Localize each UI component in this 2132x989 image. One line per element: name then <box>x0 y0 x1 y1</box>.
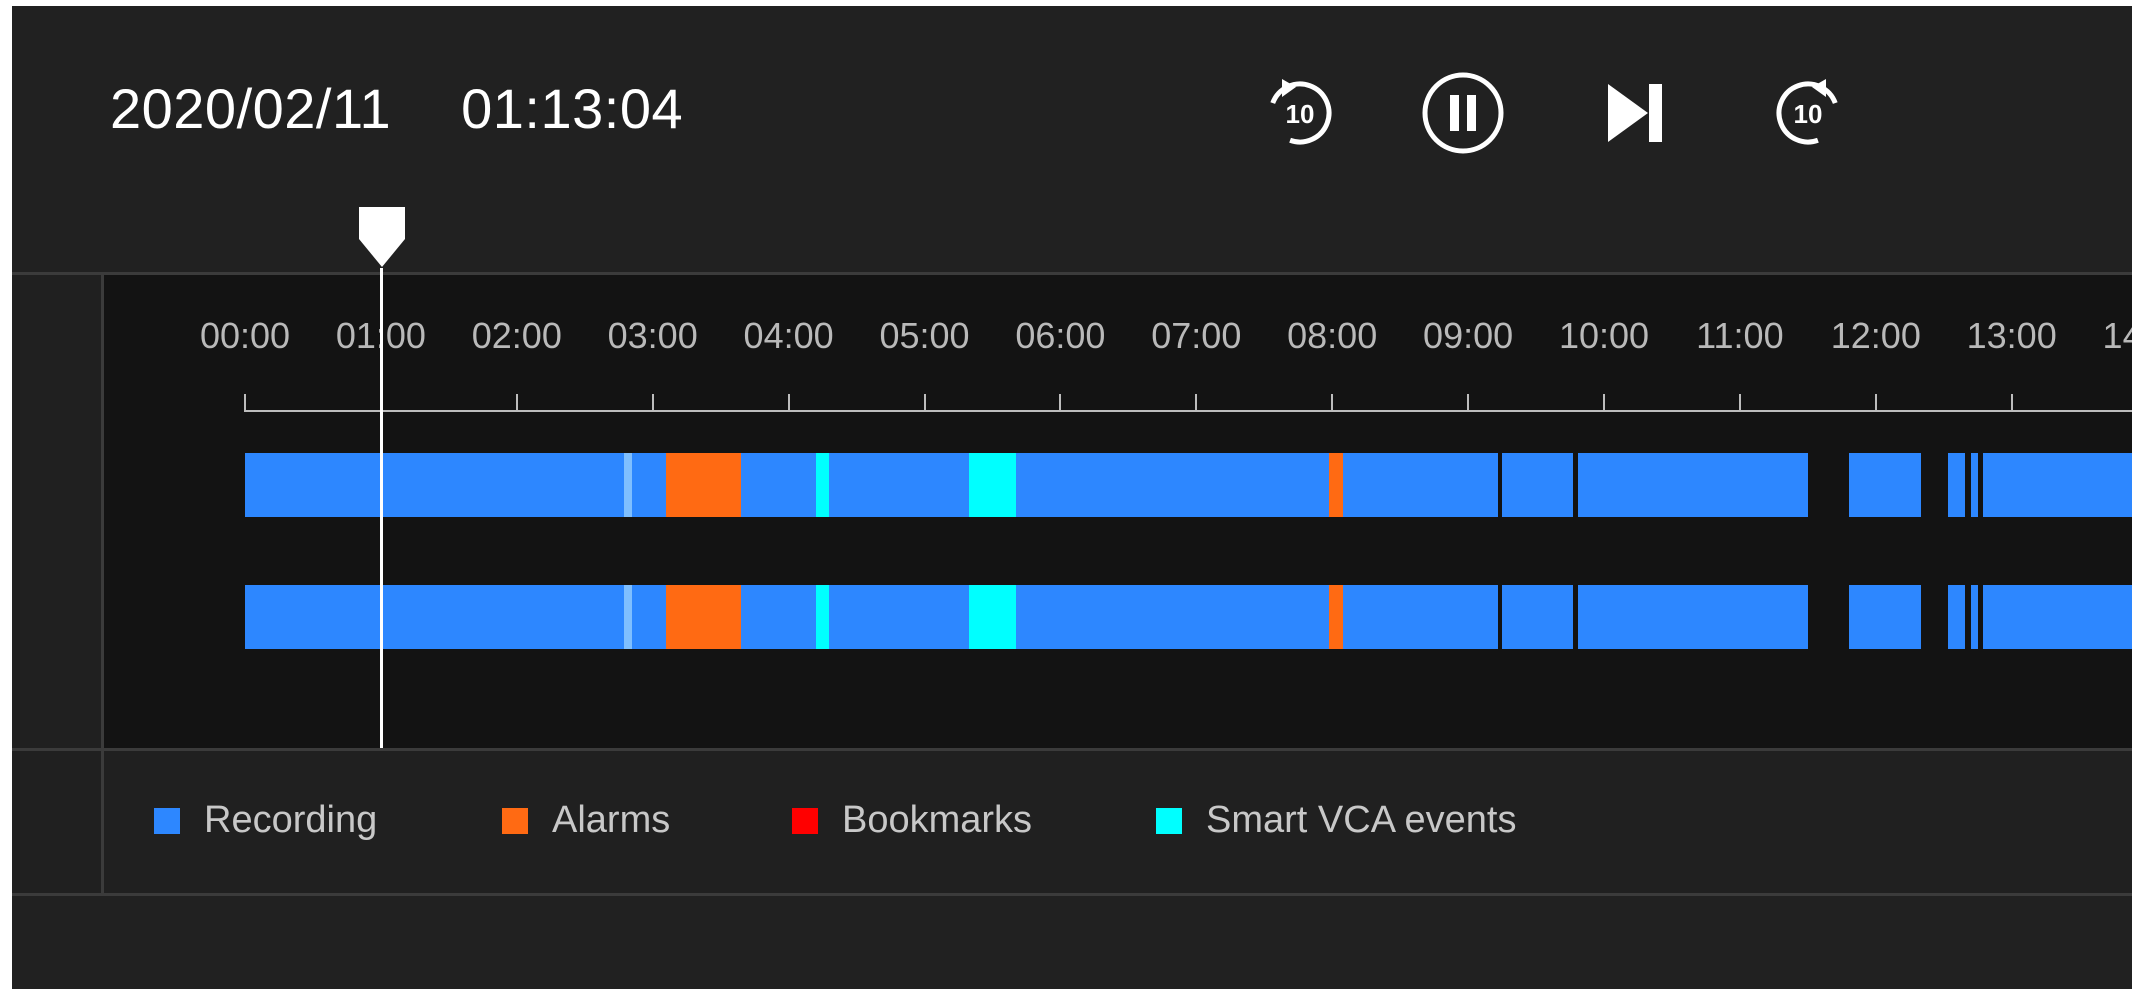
rewind-10-label: 10 <box>1286 99 1315 129</box>
alarm-segment[interactable] <box>1329 585 1344 649</box>
gap-segment[interactable] <box>1497 453 1503 517</box>
tick-mark <box>1603 394 1605 412</box>
tick-label: 10:00 <box>1558 315 1650 356</box>
alarm-segment[interactable] <box>666 453 742 517</box>
legend-bookmarks-label: Bookmarks <box>842 799 1033 841</box>
tick-label: 07:00 <box>1151 315 1242 356</box>
tick-label: 13:00 <box>1966 315 2057 356</box>
legend-bookmarks: Bookmarks <box>792 799 1032 842</box>
gap-segment[interactable] <box>1497 585 1503 649</box>
pause-button[interactable] <box>1418 70 1508 156</box>
tick-mark <box>1195 394 1198 412</box>
gap-segment[interactable] <box>1572 585 1579 649</box>
rewind-10-icon: 10 <box>1270 79 1332 145</box>
legend-bookmarks-swatch <box>792 807 818 834</box>
recording-segment[interactable] <box>1848 453 1921 517</box>
gap-segment[interactable] <box>1977 585 1984 649</box>
rewind-10-button[interactable]: 10 <box>1255 70 1345 156</box>
timeline-track-camera-2[interactable] <box>12 585 2132 649</box>
legend-smart-vca-swatch <box>1156 807 1182 834</box>
tick-mark <box>2010 394 2013 412</box>
tick-label: 14:00 <box>2102 315 2132 356</box>
tick-mark <box>787 394 790 412</box>
datetime-display: 2020/02/11 01:13:04 <box>110 76 683 141</box>
tick-label: 08:00 <box>1287 315 1378 356</box>
tick-mark <box>1467 394 1470 412</box>
recording-segment[interactable] <box>1848 585 1921 649</box>
playhead-line[interactable] <box>380 268 383 748</box>
marker-segment[interactable] <box>624 453 633 517</box>
tick-mark <box>651 394 654 412</box>
footer-bar <box>12 896 2132 989</box>
gap-segment[interactable] <box>1965 453 1971 517</box>
time-axis-line <box>245 410 2132 412</box>
skip-next-icon <box>1608 84 1662 142</box>
next-frame-button[interactable] <box>1590 70 1680 156</box>
recording-segment[interactable] <box>1947 585 2132 649</box>
tick-mark <box>923 394 926 412</box>
forward-10-icon: 10 <box>1776 79 1838 145</box>
legend-alarms-swatch <box>502 807 528 834</box>
legend-recording-label: Recording <box>204 799 378 841</box>
legend-smart-vca-label: Smart VCA events <box>1206 799 1517 841</box>
legend-recording: Recording <box>154 799 377 842</box>
gap-segment[interactable] <box>1977 453 1984 517</box>
timeline-track-camera-1[interactable] <box>12 453 2132 517</box>
gap-segment[interactable] <box>1572 453 1579 517</box>
tick-label: 05:00 <box>879 315 970 356</box>
tick-label: 02:00 <box>471 315 562 356</box>
tick-mark <box>244 394 246 412</box>
tick-label: 04:00 <box>743 315 834 356</box>
tick-mark <box>1738 394 1741 412</box>
smart-vca-segment[interactable] <box>969 585 1016 649</box>
alarm-segment[interactable] <box>666 585 742 649</box>
playback-date: 2020/02/11 <box>110 77 392 140</box>
legend-gutter <box>12 751 104 893</box>
smart-vca-segment[interactable] <box>815 453 830 517</box>
legend-alarms: Alarms <box>502 799 670 842</box>
forward-10-button[interactable]: 10 <box>1763 70 1853 156</box>
legend-smart-vca: Smart VCA events <box>1156 799 1516 842</box>
tick-mark <box>1059 394 1062 412</box>
tick-label: 06:00 <box>1015 315 1106 356</box>
tick-label: 09:00 <box>1423 315 1514 356</box>
timeline[interactable]: 00:00 01:00 02:00 03:00 04:00 05:00 06:00 07:00… <box>12 272 2132 751</box>
tick-label: 00:00 <box>199 315 291 356</box>
pause-circle-icon <box>1422 72 1504 154</box>
legend-alarms-label: Alarms <box>552 799 671 841</box>
smart-vca-segment[interactable] <box>815 585 830 649</box>
recording-segment[interactable] <box>1947 453 2132 517</box>
tick-mark <box>1874 394 1877 412</box>
forward-10-label: 10 <box>1794 99 1823 129</box>
tick-mark <box>515 394 518 412</box>
tick-label: 12:00 <box>1830 315 1921 356</box>
playhead-handle[interactable] <box>357 205 407 269</box>
alarm-segment[interactable] <box>1329 453 1344 517</box>
smart-vca-segment[interactable] <box>969 453 1016 517</box>
tick-label: 11:00 <box>1696 315 1784 356</box>
gap-segment[interactable] <box>1965 585 1971 649</box>
legend: Recording Alarms Bookmarks Smart VCA eve… <box>12 751 2132 896</box>
playback-panel: 2020/02/11 01:13:04 10 10 00:00 01:00 02… <box>12 6 2132 989</box>
playback-time: 01:13:04 <box>461 77 684 140</box>
marker-segment[interactable] <box>624 585 633 649</box>
legend-recording-swatch <box>154 807 180 834</box>
tick-mark <box>1331 394 1334 412</box>
tick-label: 03:00 <box>607 315 698 356</box>
